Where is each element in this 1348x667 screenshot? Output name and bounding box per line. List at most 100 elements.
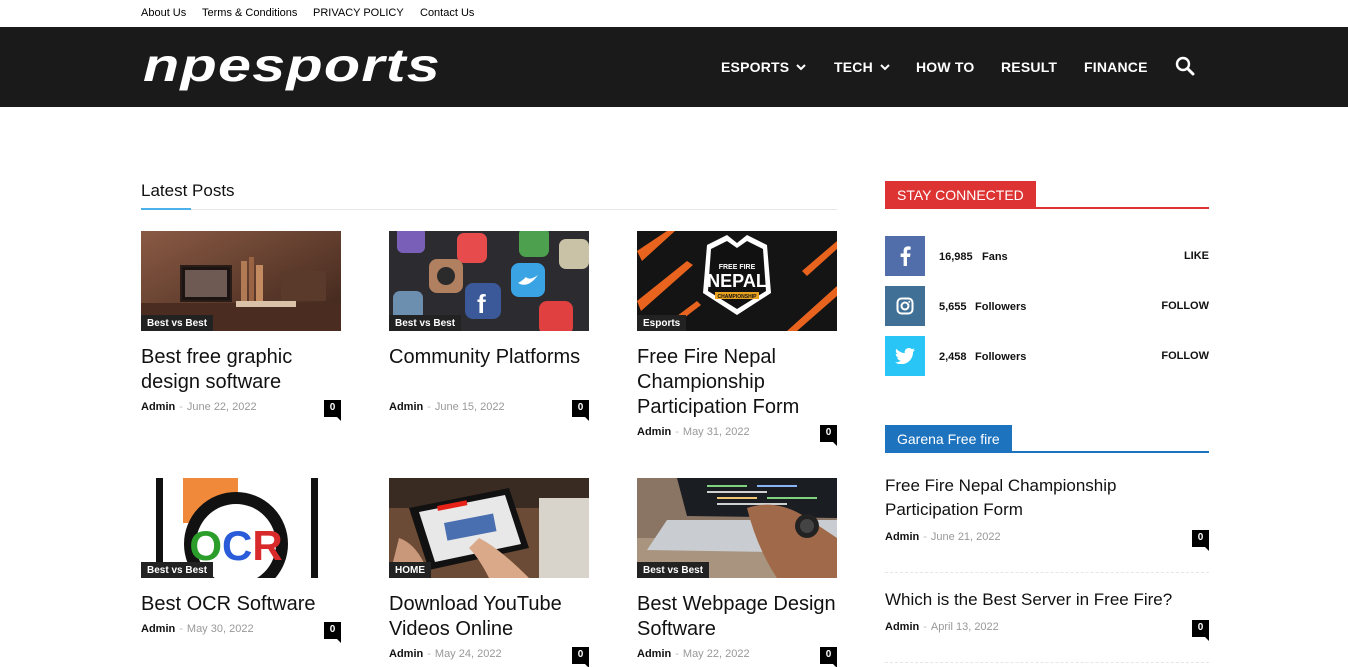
stay-connected-rule — [885, 207, 1209, 209]
facebook-icon — [885, 236, 925, 276]
nav-tech[interactable]: TECH — [834, 59, 890, 75]
post-thumbnail[interactable]: FREE FIRE NEPAL CHAMPIONSHIP Esports — [637, 231, 837, 331]
instagram-count: 5,655 — [939, 301, 967, 313]
side-post-meta: Admin - June 21, 2022 — [885, 531, 1001, 543]
side-post-meta: Admin - April 13, 2022 — [885, 621, 999, 633]
topbar-link-about[interactable]: About Us — [141, 7, 186, 19]
meta-separator: - — [179, 623, 183, 635]
image-caption-main: NEPAL — [707, 271, 767, 291]
meta-separator: - — [675, 426, 679, 438]
side-post-date: June 21, 2022 — [930, 531, 1001, 543]
post-title[interactable]: Free Fire Nepal Championship Participati… — [637, 345, 837, 420]
category-badge[interactable]: Best vs Best — [141, 562, 214, 578]
post-meta: Admin - June 22, 2022 — [141, 401, 257, 413]
social-row-instagram[interactable]: 5,655 Followers FOLLOW — [885, 286, 1209, 326]
post-date: May 22, 2022 — [682, 648, 750, 660]
comment-count[interactable]: 0 — [820, 425, 837, 446]
nav-esports-label: ESPORTS — [721, 59, 790, 75]
social-row-twitter[interactable]: 2,458 Followers FOLLOW — [885, 336, 1209, 376]
latest-posts-title: Latest Posts — [141, 181, 235, 200]
social-row-facebook[interactable]: 16,985 Fans LIKE — [885, 236, 1209, 276]
post-date: June 22, 2022 — [186, 401, 257, 413]
post-meta: Admin - May 31, 2022 — [637, 426, 750, 438]
post-meta: Admin - May 24, 2022 — [389, 648, 502, 660]
search-icon[interactable] — [1175, 56, 1195, 76]
side-post-date: April 13, 2022 — [930, 621, 999, 633]
instagram-follow-button[interactable]: FOLLOW — [1161, 300, 1209, 312]
nav-finance[interactable]: FINANCE — [1084, 59, 1148, 75]
post-date: May 30, 2022 — [186, 623, 254, 635]
comment-count[interactable]: 0 — [324, 622, 341, 643]
category-badge[interactable]: Esports — [637, 315, 687, 331]
post-title[interactable]: Best OCR Software — [141, 592, 341, 617]
topbar-link-privacy[interactable]: PRIVACY POLICY — [313, 7, 404, 19]
post-thumbnail[interactable]: Best vs Best — [141, 231, 341, 331]
instagram-icon — [885, 286, 925, 326]
meta-separator: - — [923, 531, 927, 543]
garena-header: Garena Free fire — [885, 425, 1209, 453]
nav-tech-label: TECH — [834, 59, 873, 75]
post-date: June 15, 2022 — [434, 401, 505, 413]
post-author[interactable]: Admin — [637, 648, 671, 660]
meta-separator: - — [427, 648, 431, 660]
chevron-down-icon — [796, 64, 807, 71]
meta-separator: - — [923, 621, 927, 633]
side-post-author[interactable]: Admin — [885, 621, 919, 633]
twitter-unit: Followers — [975, 351, 1027, 363]
post-thumbnail[interactable]: HOME — [389, 478, 589, 578]
side-post-title[interactable]: Which is the Best Server in Free Fire? — [885, 588, 1185, 612]
comment-count[interactable]: 0 — [572, 647, 589, 667]
meta-separator: - — [179, 401, 183, 413]
post-title[interactable]: Best free graphic design software — [141, 345, 341, 395]
category-badge[interactable]: Best vs Best — [637, 562, 710, 578]
post-date: May 24, 2022 — [434, 648, 502, 660]
post-thumbnail[interactable]: OCR Best vs Best — [141, 478, 341, 578]
comment-count[interactable]: 0 — [324, 400, 341, 421]
image-caption-sub: CHAMPIONSHIP — [718, 294, 758, 300]
side-post-title[interactable]: Free Fire Nepal Championship Participati… — [885, 474, 1185, 522]
garena-rule — [885, 451, 1209, 453]
logo-text: npesports — [143, 41, 441, 91]
nav-how-to[interactable]: HOW TO — [916, 59, 975, 75]
image-caption-top: FREE FIRE — [719, 264, 756, 271]
garena-title[interactable]: Garena Free fire — [885, 425, 1012, 453]
topbar-link-contact[interactable]: Contact Us — [420, 7, 474, 19]
facebook-like-button[interactable]: LIKE — [1184, 250, 1209, 262]
instagram-unit: Followers — [975, 301, 1027, 313]
post-author[interactable]: Admin — [389, 648, 423, 660]
post-meta: Admin - June 15, 2022 — [389, 401, 505, 413]
category-badge[interactable]: Best vs Best — [389, 315, 462, 331]
facebook-count: 16,985 — [939, 251, 973, 263]
nav-result-label: RESULT — [1001, 59, 1058, 75]
comment-count[interactable]: 0 — [1192, 530, 1209, 551]
post-thumbnail[interactable]: Best vs Best — [637, 478, 837, 578]
side-post-author[interactable]: Admin — [885, 531, 919, 543]
post-date: May 31, 2022 — [682, 426, 750, 438]
post-author[interactable]: Admin — [637, 426, 671, 438]
post-title[interactable]: Download YouTube Videos Online — [389, 592, 589, 642]
category-badge[interactable]: HOME — [389, 562, 431, 578]
category-badge[interactable]: Best vs Best — [141, 315, 214, 331]
side-post-divider — [885, 662, 1209, 663]
post-title[interactable]: Best Webpage Design Software — [637, 592, 837, 642]
nav-result[interactable]: RESULT — [1001, 59, 1057, 75]
site-logo[interactable]: npesports — [141, 41, 446, 93]
top-bar: About Us Terms & Conditions PRIVACY POLI… — [0, 0, 1348, 27]
stay-connected-header: STAY CONNECTED — [885, 181, 1209, 209]
comment-count[interactable]: 0 — [572, 400, 589, 421]
comment-count[interactable]: 0 — [1192, 620, 1209, 641]
post-thumbnail[interactable]: f Best vs Best — [389, 231, 589, 331]
post-author[interactable]: Admin — [141, 623, 175, 635]
post-title[interactable]: Community Platforms — [389, 345, 589, 370]
latest-posts-divider — [141, 209, 837, 210]
post-author[interactable]: Admin — [141, 401, 175, 413]
post-author[interactable]: Admin — [389, 401, 423, 413]
twitter-follow-button[interactable]: FOLLOW — [1161, 350, 1209, 362]
comment-count[interactable]: 0 — [820, 647, 837, 667]
topbar-link-terms[interactable]: Terms & Conditions — [202, 7, 297, 19]
nav-esports[interactable]: ESPORTS — [721, 59, 807, 75]
meta-separator: - — [675, 648, 679, 660]
twitter-icon — [885, 336, 925, 376]
svg-text:f: f — [477, 289, 486, 319]
post-meta: Admin - May 22, 2022 — [637, 648, 750, 660]
